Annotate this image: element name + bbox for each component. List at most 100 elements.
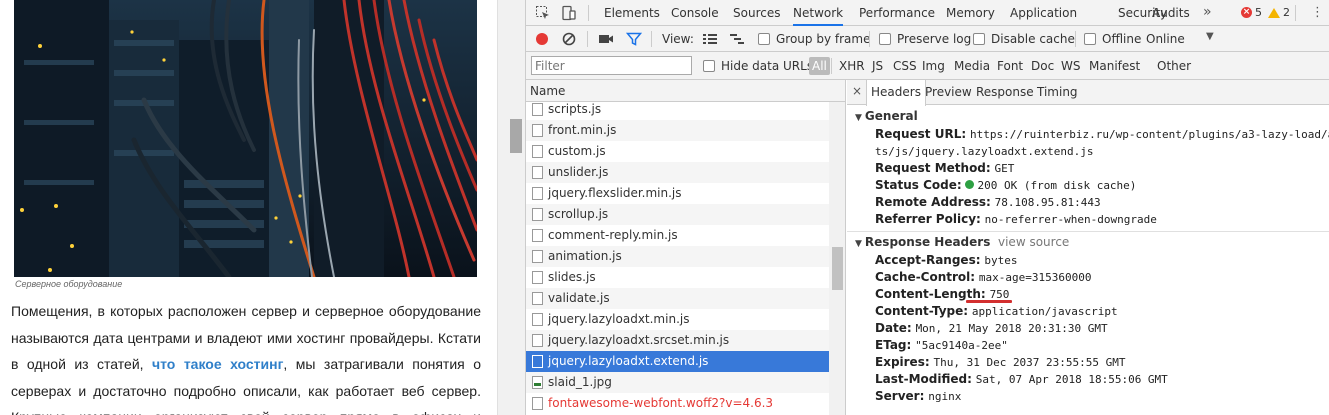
request-name: custom.js [548,144,606,158]
chevron-down-icon[interactable]: ▼ [1206,31,1214,42]
request-name: animation.js [548,249,622,263]
header-key: Content-Length: [875,287,986,301]
device-toolbar-icon[interactable] [560,5,576,21]
request-row[interactable]: jquery.lazyloadxt.extend.js [526,351,829,372]
request-list-scrollbar-thumb[interactable] [832,247,843,290]
header-key: Expires: [875,355,930,369]
header-value: https://ruinterbiz.ru/wp-content/plugins… [969,128,1329,141]
request-list-scrollbar[interactable] [829,102,845,415]
waterfall-overview-icon[interactable] [729,31,745,47]
request-row[interactable]: comment-reply.min.js [526,225,829,246]
close-icon[interactable]: × [852,84,862,98]
filter-type-css[interactable]: CSS [893,52,917,80]
filter-input[interactable] [531,56,692,75]
general-section-toggle[interactable]: ▼ General [855,109,918,123]
name-column-header[interactable]: Name [526,80,845,102]
request-name: scripts.js [548,102,602,116]
request-row[interactable]: scripts.js [526,99,829,120]
request-name: front.min.js [548,123,617,137]
request-name: jquery.lazyloadxt.min.js [548,312,690,326]
disable-cache-checkbox[interactable] [973,33,985,45]
tab-application[interactable]: Application [1010,0,1077,26]
tab-network[interactable]: Network [793,0,844,26]
script-file-icon [532,208,543,221]
referrer-policy-row: Referrer Policy: no-referrer-when-downgr… [875,211,1157,228]
devtools-panel: Elements Console Sources Network Perform… [525,0,1329,415]
more-tabs-button[interactable]: » [1203,4,1212,20]
request-name: validate.js [548,291,610,305]
request-row[interactable]: jquery.flexslider.min.js [526,183,829,204]
hide-data-urls-checkbox[interactable] [703,60,715,72]
server-room-photo [14,0,477,277]
request-row[interactable]: jquery.lazyloadxt.min.js [526,309,829,330]
request-row[interactable]: jquery.lazyloadxt.srcset.min.js [526,330,829,351]
header-key: Server: [875,389,925,403]
filter-type-js[interactable]: JS [872,52,883,80]
filter-type-xhr[interactable]: XHR [839,52,865,80]
hosting-article-link[interactable]: что такое хостинг [152,356,283,372]
page-scrollbar[interactable] [497,0,525,415]
response-header-row: Last-Modified: Sat, 07 Apr 2018 18:55:06… [875,371,1168,388]
paragraph-line: в одной из статей, что такое хостинг, мы… [11,351,481,378]
tab-memory[interactable]: Memory [946,0,995,26]
filter-type-all[interactable]: All [809,57,830,75]
disable-cache-label: Disable cache [991,32,1075,46]
record-icon[interactable] [534,31,550,47]
request-row[interactable]: slides.js [526,267,829,288]
error-icon: × [1241,7,1252,18]
header-value: Thu, 31 Dec 2037 23:55:55 GMT [933,356,1126,369]
offline-checkbox[interactable] [1084,33,1096,45]
toolbar-divider [1075,31,1076,47]
filter-type-media[interactable]: Media [954,52,990,80]
response-headers-section-toggle[interactable]: ▼ Response Headers [855,235,990,249]
request-row[interactable]: animation.js [526,246,829,267]
tab-sources[interactable]: Sources [733,0,780,26]
header-key: ETag: [875,338,912,352]
clear-icon[interactable] [561,31,577,47]
screenshot-camera-icon[interactable] [598,31,614,47]
console-error-warning-counter[interactable]: × 5 2 [1241,6,1290,19]
filter-type-font[interactable]: Font [997,52,1023,80]
request-row[interactable]: front.min.js [526,120,829,141]
request-details: × Headers Preview Response Timing ▼ Gener… [847,80,1329,415]
tab-console[interactable]: Console [671,0,719,26]
tab-preview[interactable]: Preview [925,80,972,105]
header-value: "5ac9140a-2ee" [915,339,1008,352]
status-code-row: Status Code: 200 OK (from disk cache) [875,177,1136,194]
warning-icon [1268,7,1280,18]
filter-icon[interactable] [625,31,643,47]
devtools-menu-icon[interactable]: ⋮ [1311,6,1324,20]
toolbar-divider [587,31,588,47]
screen: Серверное оборудование Помещения, в кото… [0,0,1329,415]
request-row[interactable]: slaid_1.jpg [526,372,829,393]
filter-type-manifest[interactable]: Manifest [1089,52,1140,80]
tab-timing[interactable]: Timing [1037,80,1078,105]
script-file-icon [532,166,543,179]
script-file-icon [532,187,543,200]
request-row[interactable]: unslider.js [526,162,829,183]
request-row[interactable]: fontawesome-webfont.woff2?v=4.6.3 [526,393,829,414]
tab-elements[interactable]: Elements [604,0,660,26]
request-row[interactable]: custom.js [526,141,829,162]
preserve-log-checkbox[interactable] [879,33,891,45]
tab-performance[interactable]: Performance [859,0,935,26]
filter-type-ws[interactable]: WS [1061,52,1080,80]
page-scrollbar-thumb[interactable] [510,119,522,153]
inspect-element-icon[interactable] [535,5,551,21]
tab-headers[interactable]: Headers [866,80,926,106]
throttling-select[interactable]: Online [1146,26,1185,52]
request-name: jquery.flexslider.min.js [548,186,682,200]
view-source-link[interactable]: view source [998,235,1069,249]
response-header-row: Content-Type: application/javascript [875,303,1118,320]
group-by-frame-checkbox[interactable] [758,33,770,45]
filter-type-img[interactable]: Img [922,52,945,80]
header-value: GET [994,162,1015,175]
request-row[interactable]: scrollup.js [526,204,829,225]
large-rows-icon[interactable] [702,31,718,47]
filter-type-doc[interactable]: Doc [1031,52,1054,80]
tab-audits[interactable]: Audits [1152,0,1190,26]
request-name: scrollup.js [548,207,609,221]
filter-type-other[interactable]: Other [1157,52,1191,80]
request-row[interactable]: validate.js [526,288,829,309]
tab-response[interactable]: Response [976,80,1034,105]
